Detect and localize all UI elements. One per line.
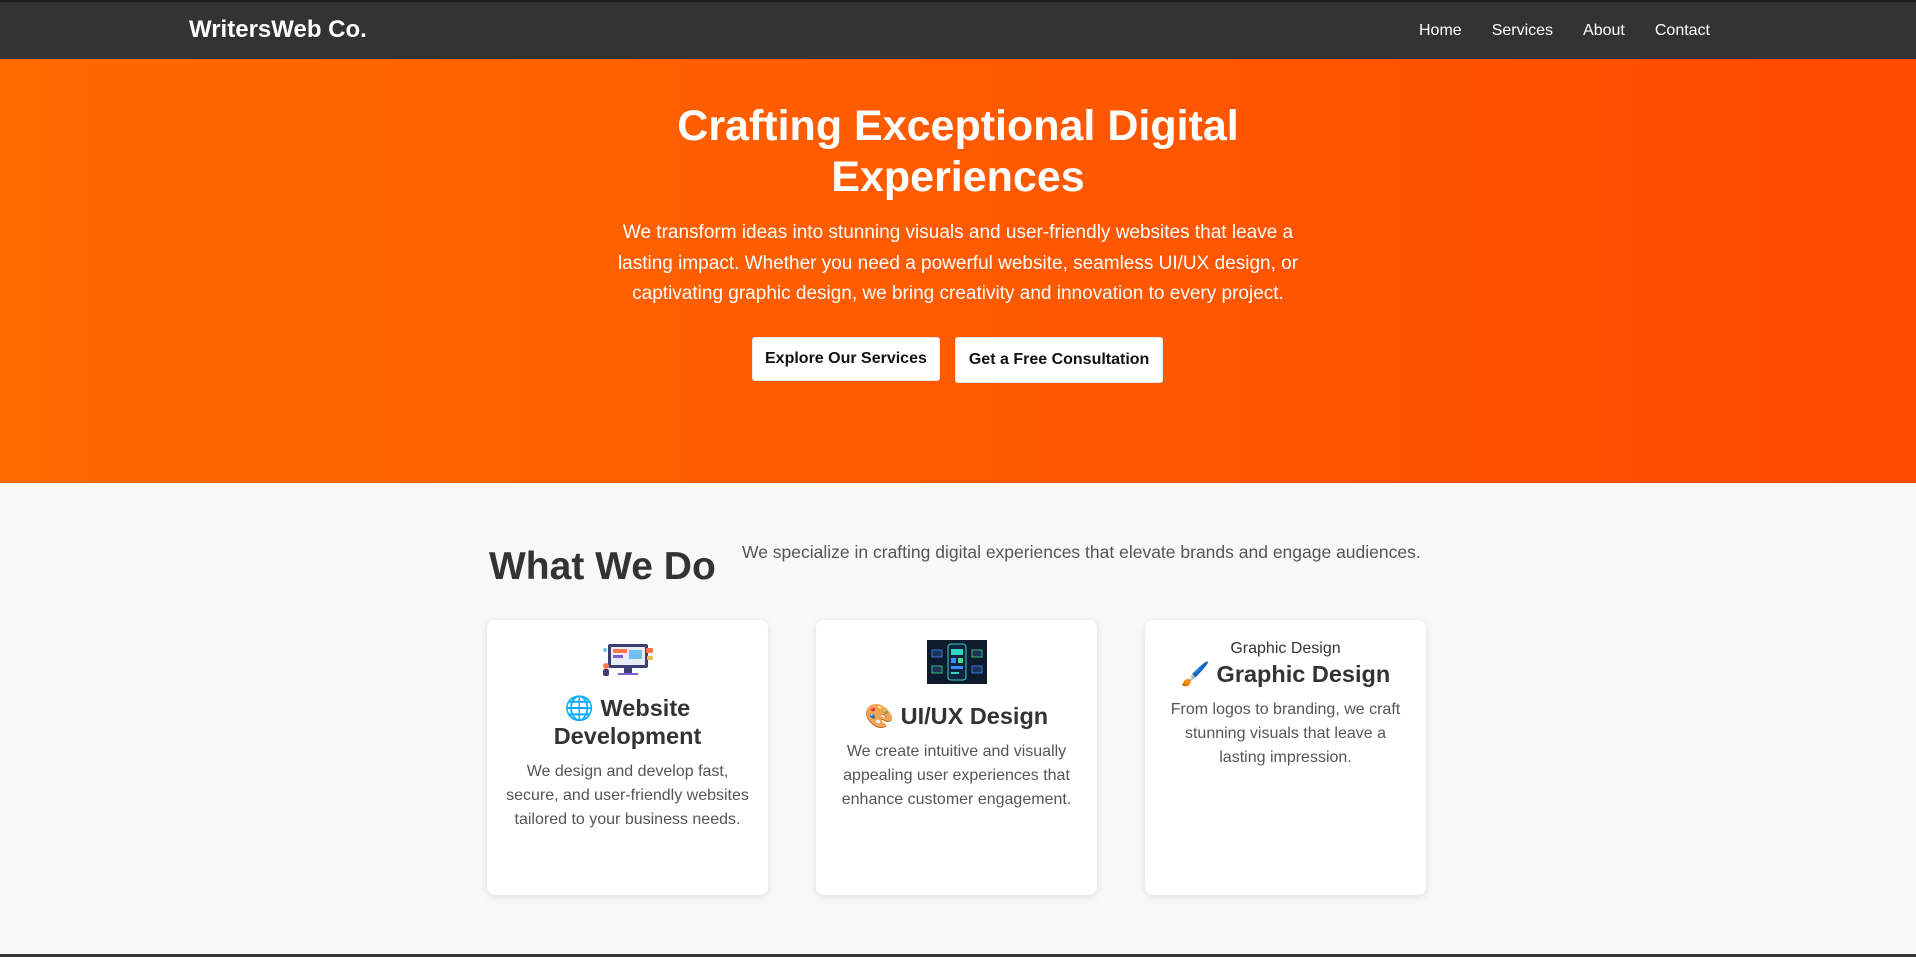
- paintbrush-icon: 🖌️: [1180, 660, 1211, 688]
- explore-services-button[interactable]: Explore Our Services: [752, 337, 940, 381]
- service-desc-web-development: We design and develop fast, secure, and …: [506, 763, 749, 828]
- services-section: What We Do We specialize in crafting dig…: [0, 483, 1916, 957]
- nav-link-about[interactable]: About: [1583, 22, 1625, 40]
- service-card-uiux-design: 🎨 UI/UX Design We create intuitive and v…: [816, 620, 1097, 895]
- service-title-graphic-design-text: Graphic Design: [1216, 661, 1391, 687]
- service-desc-graphic-design: From logos to branding, we craft stunnin…: [1170, 701, 1401, 766]
- website-development-illustration: [602, 644, 653, 676]
- free-consultation-button[interactable]: Get a Free Consultation: [954, 337, 1164, 383]
- service-desc-uiux-design: We create intuitive and visually appeali…: [841, 743, 1072, 808]
- nav-link-contact[interactable]: Contact: [1655, 22, 1710, 40]
- uiux-design-illustration: [926, 640, 987, 684]
- hero-section: Crafting Exceptional Digital Experiences…: [0, 59, 1916, 483]
- service-title-graphic-design: 🖌️ Graphic Design: [1163, 660, 1408, 688]
- globe-icon: 🌐: [564, 694, 595, 722]
- top-navbar: WritersWeb Co. Home Services About Conta…: [0, 0, 1916, 59]
- service-card-web-development: 🌐 Website Development We design and deve…: [487, 620, 768, 895]
- palette-icon: 🎨: [864, 702, 895, 730]
- services-heading: What We Do: [489, 545, 716, 588]
- nav-link-home[interactable]: Home: [1419, 22, 1462, 40]
- main-nav: Home Services About Contact: [1419, 22, 1710, 40]
- service-title-uiux-design-text: UI/UX Design: [900, 703, 1049, 729]
- brand-logo[interactable]: WritersWeb Co.: [189, 16, 367, 44]
- hero-subtitle: We transform ideas into stunning visuals…: [617, 222, 1299, 304]
- service-title-web-development: 🌐 Website Development: [505, 694, 750, 750]
- nav-link-services[interactable]: Services: [1492, 22, 1553, 40]
- services-intro: We specialize in crafting digital experi…: [742, 542, 1421, 562]
- service-title-uiux-design: 🎨 UI/UX Design: [834, 702, 1079, 730]
- hero-buttons: Explore Our Services Get a Free Consulta…: [752, 337, 1164, 383]
- hero-title: Crafting Exceptional Digital Experiences: [677, 102, 1239, 201]
- graphic-design-image-alt-text: Graphic Design: [1230, 640, 1341, 657]
- service-card-graphic-design: Graphic Design 🖌️ Graphic Design From lo…: [1145, 620, 1426, 895]
